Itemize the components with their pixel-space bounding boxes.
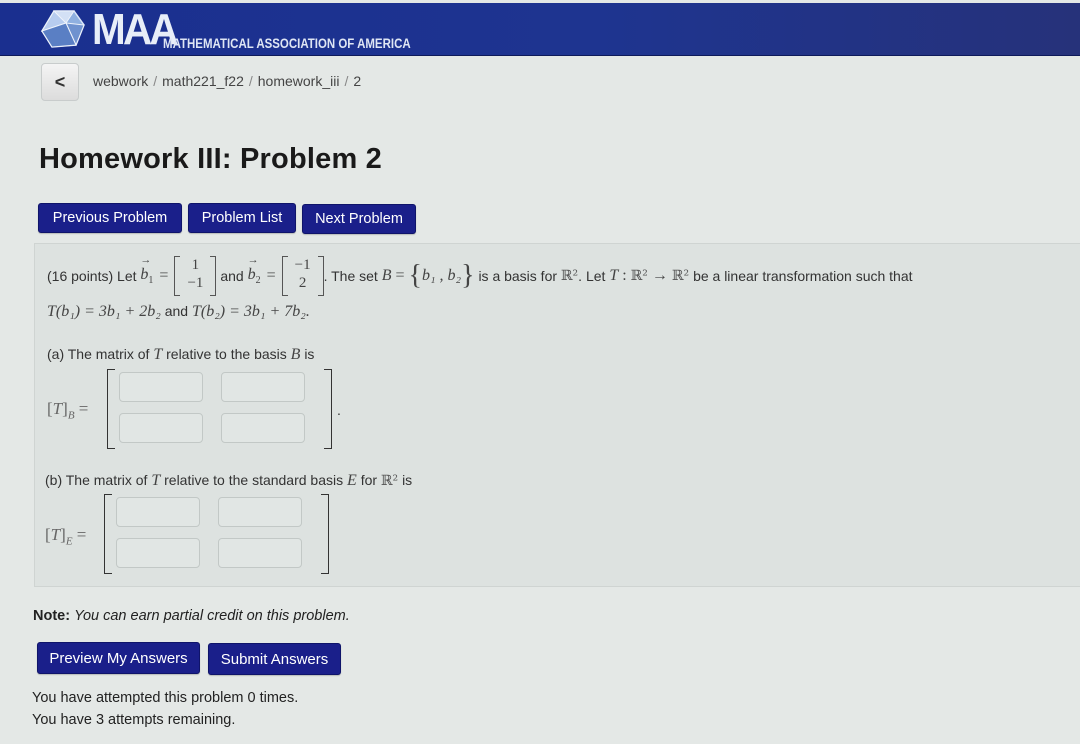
attempts-count: You have attempted this problem 0 times. (32, 690, 299, 706)
equals-sign: = (266, 267, 276, 284)
set-text: . The set (323, 268, 378, 284)
colon: : (622, 267, 627, 284)
breadcrumb: webwork / math221_f22/homework_iii/2 (93, 73, 361, 89)
b1-column-vector: 1 −1 (174, 256, 217, 296)
preview-answers-button[interactable]: Preview My Answers (37, 642, 200, 674)
part-b-prompt: (b) The matrix of T relative to the stan… (45, 472, 413, 489)
b2-entry: 2 (298, 275, 307, 291)
attempts-remaining: You have 3 attempts remaining. (32, 712, 236, 728)
breadcrumb-separator: / (153, 73, 158, 89)
t-symbol: T (609, 267, 619, 284)
breadcrumb-item[interactable]: webwork (93, 73, 148, 89)
basis-text: is a basis for (478, 268, 558, 284)
equals-sign: = (395, 267, 405, 284)
problem-statement-line2: T(b₁) = 3b₁ + 2b₂ and T(b₂) = 3b₁ + 7b₂. (47, 303, 310, 321)
tb-cell-2-2[interactable] (221, 413, 305, 443)
t-b2-equation: T(b₂) = 3b₁ + 7b₂. (191, 303, 310, 320)
te-cell-1-2[interactable] (218, 497, 302, 527)
matrix-e (104, 494, 329, 574)
next-problem-button[interactable]: Next Problem (302, 204, 416, 234)
te-cell-1-1[interactable] (116, 497, 200, 527)
arrow: → (651, 267, 668, 284)
breadcrumb-item[interactable]: math221_f22 (162, 73, 244, 89)
b1-entry: 1 (191, 257, 200, 273)
site-header: MAA MATHEMATICAL ASSOCIATION OF AMERICA (0, 3, 1080, 56)
note-text: You can earn partial credit on this prob… (74, 608, 350, 624)
t-b1-equation: T(b₁) = 3b₁ + 2b₂ (47, 303, 161, 320)
let-text: . Let (578, 268, 606, 284)
submit-answers-button[interactable]: Submit Answers (208, 643, 341, 675)
matrix-label-b: [T]B = (47, 399, 89, 422)
and-text: and (220, 268, 244, 284)
set-name: B (381, 267, 392, 284)
back-button[interactable]: < (41, 63, 79, 101)
b2-symbol: b2 (248, 254, 261, 286)
breadcrumb-item[interactable]: homework_iii (258, 73, 340, 89)
period: . (337, 402, 341, 418)
chevron-left-icon: < (54, 71, 66, 92)
equals-sign: = (159, 267, 169, 284)
b1-entry: −1 (187, 275, 204, 291)
problem-body: (16 points) Let b1 = 1 −1 and b2 = −1 2 … (34, 243, 1080, 587)
breadcrumb-separator: / (248, 73, 253, 89)
nav-bar: < webwork / math221_f22/homework_iii/2 (0, 57, 1080, 107)
b1-symbol: b1 (140, 254, 153, 286)
page-title: Homework III: Problem 2 (39, 143, 383, 175)
problem-list-button[interactable]: Problem List (188, 203, 296, 233)
linear-text: be a linear transformation such that (693, 268, 913, 284)
r2-symbol: ℝ² (560, 268, 579, 284)
partial-credit-note: Note: You can earn partial credit on thi… (33, 608, 350, 624)
te-cell-2-1[interactable] (116, 538, 200, 568)
and-text: and (164, 303, 189, 319)
r2-domain: ℝ² (630, 268, 648, 284)
tb-cell-1-1[interactable] (119, 372, 203, 402)
part-a-prompt: (a) The matrix of T relative to the basi… (47, 346, 315, 363)
tb-cell-1-2[interactable] (221, 372, 305, 402)
problem-intro: (16 points) Let (47, 268, 137, 284)
te-cell-2-2[interactable] (218, 538, 302, 568)
problem-statement-line1: (16 points) Let b1 = 1 −1 and b2 = −1 2 … (47, 254, 913, 298)
matrix-b (107, 369, 332, 449)
left-brace: { (408, 260, 422, 291)
note-label: Note: (33, 608, 71, 624)
breadcrumb-separator: / (344, 73, 349, 89)
right-brace: } (461, 260, 475, 291)
set-members: b₁ , b₂ (421, 267, 462, 284)
logo-subtitle: MATHEMATICAL ASSOCIATION OF AMERICA (163, 35, 411, 51)
matrix-label-e: [T]E = (45, 525, 87, 548)
tb-cell-2-1[interactable] (119, 413, 203, 443)
previous-problem-button[interactable]: Previous Problem (38, 203, 182, 233)
breadcrumb-item: 2 (353, 73, 362, 89)
r2-codomain: ℝ² (671, 268, 690, 284)
b2-entry: −1 (294, 257, 311, 273)
maa-logo-icon (40, 10, 85, 48)
b2-column-vector: −1 2 (281, 256, 324, 296)
